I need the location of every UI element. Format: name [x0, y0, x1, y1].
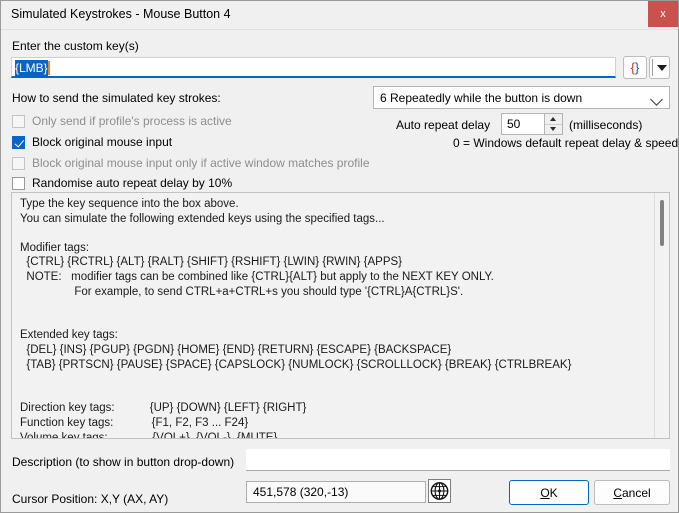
chevron-down-icon	[657, 65, 667, 71]
text-caret	[48, 61, 50, 75]
help-scrollbar[interactable]	[654, 193, 669, 438]
brace-close-glyph: }	[635, 60, 640, 75]
auto-repeat-delay-label: Auto repeat delay	[396, 118, 491, 132]
crosshair-target-svg	[430, 482, 449, 500]
insert-tag-dropdown-button[interactable]	[649, 56, 670, 79]
checkbox-box[interactable]	[12, 177, 25, 190]
auto-repeat-delay-units: (milliseconds)	[569, 118, 643, 132]
chevron-down-icon	[650, 93, 663, 106]
cursor-position-value[interactable]: 451,578 (320,-13)	[246, 481, 426, 503]
ok-accel-char: O	[540, 486, 550, 500]
cancel-accel-char: C	[613, 486, 622, 500]
auto-repeat-delay-stepper[interactable]: 50	[501, 113, 563, 135]
cancel-button[interactable]: Cancel	[594, 480, 670, 505]
send-mode-select[interactable]: 6 Repeatedly while the button is down	[373, 86, 670, 109]
checkbox-label: Randomise auto repeat delay by 10%	[32, 176, 233, 190]
cancel-rest-char: ancel	[621, 486, 651, 500]
send-mode-label: How to send the simulated key strokes:	[12, 91, 221, 105]
custom-keys-selected-text: {LMB}	[15, 60, 48, 76]
ok-button[interactable]: OK	[509, 480, 589, 505]
custom-keys-input[interactable]: {LMB}	[11, 57, 616, 78]
ok-rest-char: K	[549, 486, 558, 500]
title-bar: Simulated Keystrokes - Mouse Button 4 x	[1, 1, 678, 30]
description-input[interactable]	[246, 449, 670, 471]
window-title: Simulated Keystrokes - Mouse Button 4	[11, 7, 231, 21]
send-mode-value: 6 Repeatedly while the button is down	[380, 91, 583, 105]
checkbox-label: Only send if profile's process is active	[32, 114, 232, 128]
stepper-buttons	[544, 114, 562, 134]
cursor-position-label: Cursor Position: X,Y (AX, AY)	[12, 492, 169, 506]
simulated-keystrokes-dialog: Simulated Keystrokes - Mouse Button 4 x …	[0, 0, 679, 513]
auto-repeat-delay-hint: 0 = Windows default repeat delay & speed…	[453, 136, 679, 150]
checkbox-label: Block original mouse input only if activ…	[32, 156, 370, 170]
divider	[652, 59, 653, 76]
help-text-content: Type the key sequence into the box above…	[20, 198, 572, 439]
checkbox-box[interactable]	[12, 157, 25, 170]
insert-tag-button[interactable]: {}	[623, 56, 647, 79]
help-scrollbar-thumb[interactable]	[660, 200, 664, 246]
checkbox-box[interactable]	[12, 115, 25, 128]
help-text-box: Type the key sequence into the box above…	[11, 192, 670, 439]
close-icon[interactable]: x	[648, 1, 678, 27]
stepper-down-icon[interactable]	[545, 124, 562, 134]
auto-repeat-delay-value: 50	[507, 117, 521, 131]
description-label: Description (to show in button drop-down…	[12, 455, 235, 469]
checkbox-box[interactable]	[12, 136, 25, 149]
crosshair-target-icon[interactable]	[428, 479, 451, 503]
checkbox-label: Block original mouse input	[32, 135, 173, 149]
custom-keys-label: Enter the custom key(s)	[12, 39, 139, 53]
